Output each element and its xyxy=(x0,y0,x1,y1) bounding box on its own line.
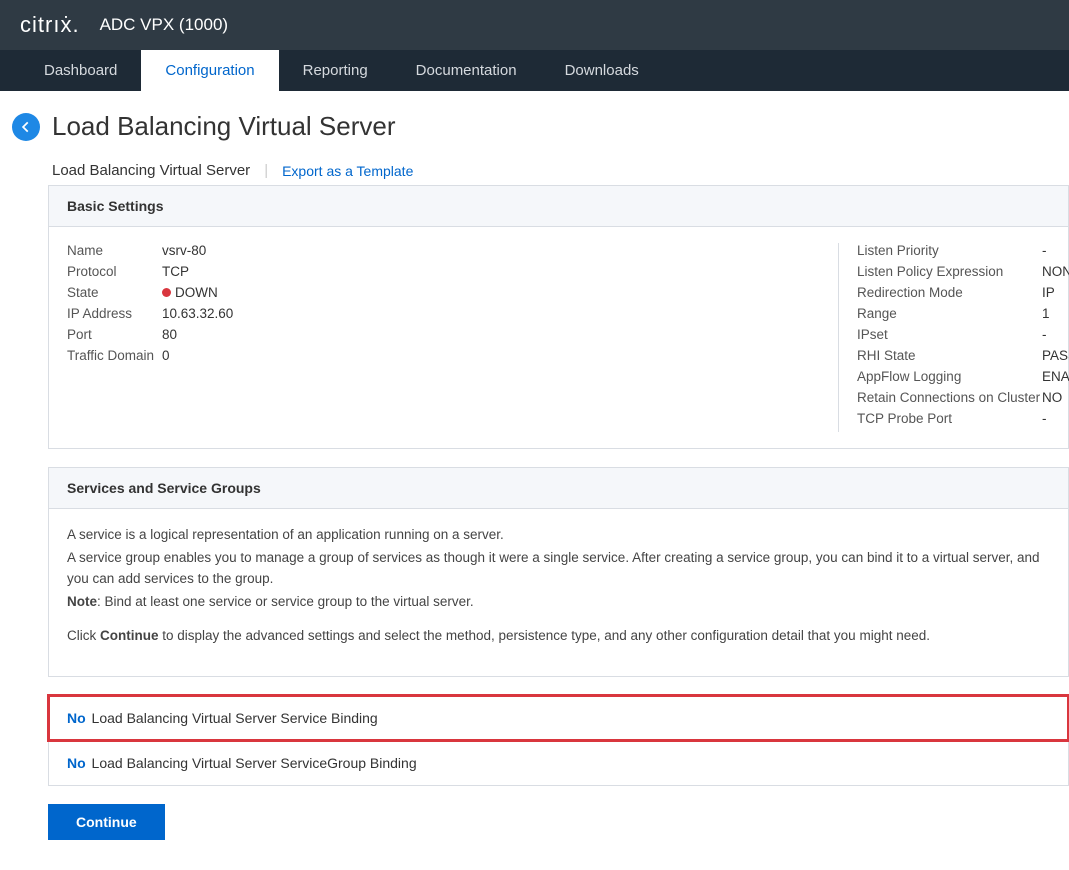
label-rhi-state: RHI State xyxy=(857,348,1042,363)
label-range: Range xyxy=(857,306,1042,321)
service-binding-row[interactable]: No Load Balancing Virtual Server Service… xyxy=(48,695,1069,741)
label-name: Name xyxy=(67,243,162,258)
value-range: 1 xyxy=(1042,306,1050,321)
page-title: Load Balancing Virtual Server xyxy=(52,111,396,142)
label-listen-priority: Listen Priority xyxy=(857,243,1042,258)
label-retain-connections: Retain Connections on Cluster xyxy=(857,390,1042,405)
basic-right-column: Listen Priority- Listen Policy Expressio… xyxy=(839,243,1069,432)
value-protocol: TCP xyxy=(162,264,189,279)
value-listen-policy-expression: NONE xyxy=(1042,264,1069,279)
brand-logo: citrıẋ. xyxy=(20,12,80,38)
value-tcp-probe-port: - xyxy=(1042,411,1047,426)
d3b: Continue xyxy=(100,628,159,643)
value-rhi-state: PASSIVE xyxy=(1042,348,1069,363)
divider: | xyxy=(264,162,268,179)
value-listen-priority: - xyxy=(1042,243,1047,258)
basic-settings-panel: Basic Settings Namevsrv-80 ProtocolTCP S… xyxy=(48,185,1069,449)
tab-downloads[interactable]: Downloads xyxy=(541,50,663,91)
tab-configuration[interactable]: Configuration xyxy=(141,50,278,91)
breadcrumb: Load Balancing Virtual Server xyxy=(52,162,250,179)
label-ip: IP Address xyxy=(67,306,162,321)
label-tcp-probe-port: TCP Probe Port xyxy=(857,411,1042,426)
value-traffic-domain: 0 xyxy=(162,348,170,363)
services-panel: Services and Service Groups A service is… xyxy=(48,467,1069,677)
back-button[interactable] xyxy=(12,113,40,141)
tab-dashboard[interactable]: Dashboard xyxy=(20,50,141,91)
value-redirection-mode: IP xyxy=(1042,285,1055,300)
basic-settings-heading: Basic Settings xyxy=(49,186,1068,227)
services-desc-3: Click Continue to display the advanced s… xyxy=(67,626,1050,646)
servicegroup-binding-row[interactable]: No Load Balancing Virtual Server Service… xyxy=(48,741,1069,786)
service-binding-label: Load Balancing Virtual Server Service Bi… xyxy=(88,710,378,726)
basic-left-column: Namevsrv-80 ProtocolTCP State DOWN IP Add… xyxy=(49,243,839,432)
state-text: DOWN xyxy=(175,285,218,300)
label-state: State xyxy=(67,285,162,300)
binding-no-prefix: No xyxy=(67,755,86,771)
value-state: DOWN xyxy=(162,285,218,300)
tab-documentation[interactable]: Documentation xyxy=(392,50,541,91)
value-ip: 10.63.32.60 xyxy=(162,306,233,321)
d3a: Click xyxy=(67,628,100,643)
page-content: Load Balancing Virtual Server Load Balan… xyxy=(0,91,1069,870)
d3c: to display the advanced settings and sel… xyxy=(159,628,931,643)
nav-tabs: Dashboard Configuration Reporting Docume… xyxy=(0,50,1069,91)
label-listen-policy-expression: Listen Policy Expression xyxy=(857,264,1042,279)
binding-no-prefix: No xyxy=(67,710,86,726)
arrow-left-icon xyxy=(19,120,33,134)
label-port: Port xyxy=(67,327,162,342)
servicegroup-binding-label: Load Balancing Virtual Server ServiceGro… xyxy=(88,755,417,771)
label-redirection-mode: Redirection Mode xyxy=(857,285,1042,300)
value-name: vsrv-80 xyxy=(162,243,206,258)
label-traffic-domain: Traffic Domain xyxy=(67,348,162,363)
label-ipset: IPset xyxy=(857,327,1042,342)
tab-reporting[interactable]: Reporting xyxy=(279,50,392,91)
status-dot-icon xyxy=(162,288,171,297)
services-note: Note: Bind at least one service or servi… xyxy=(67,592,1050,612)
label-protocol: Protocol xyxy=(67,264,162,279)
services-heading: Services and Service Groups xyxy=(49,468,1068,509)
value-ipset: - xyxy=(1042,327,1047,342)
services-desc-1: A service is a logical representation of… xyxy=(67,525,1050,545)
product-name: ADC VPX (1000) xyxy=(100,15,229,35)
services-desc-2: A service group enables you to manage a … xyxy=(67,548,1050,589)
note-label: Note xyxy=(67,594,97,609)
value-port: 80 xyxy=(162,327,177,342)
export-template-link[interactable]: Export as a Template xyxy=(282,163,413,179)
top-bar: citrıẋ. ADC VPX (1000) xyxy=(0,0,1069,50)
value-appflow-logging: ENABLED xyxy=(1042,369,1069,384)
value-retain-connections: NO xyxy=(1042,390,1062,405)
note-text: : Bind at least one service or service g… xyxy=(97,594,474,609)
label-appflow-logging: AppFlow Logging xyxy=(857,369,1042,384)
continue-button[interactable]: Continue xyxy=(48,804,165,840)
